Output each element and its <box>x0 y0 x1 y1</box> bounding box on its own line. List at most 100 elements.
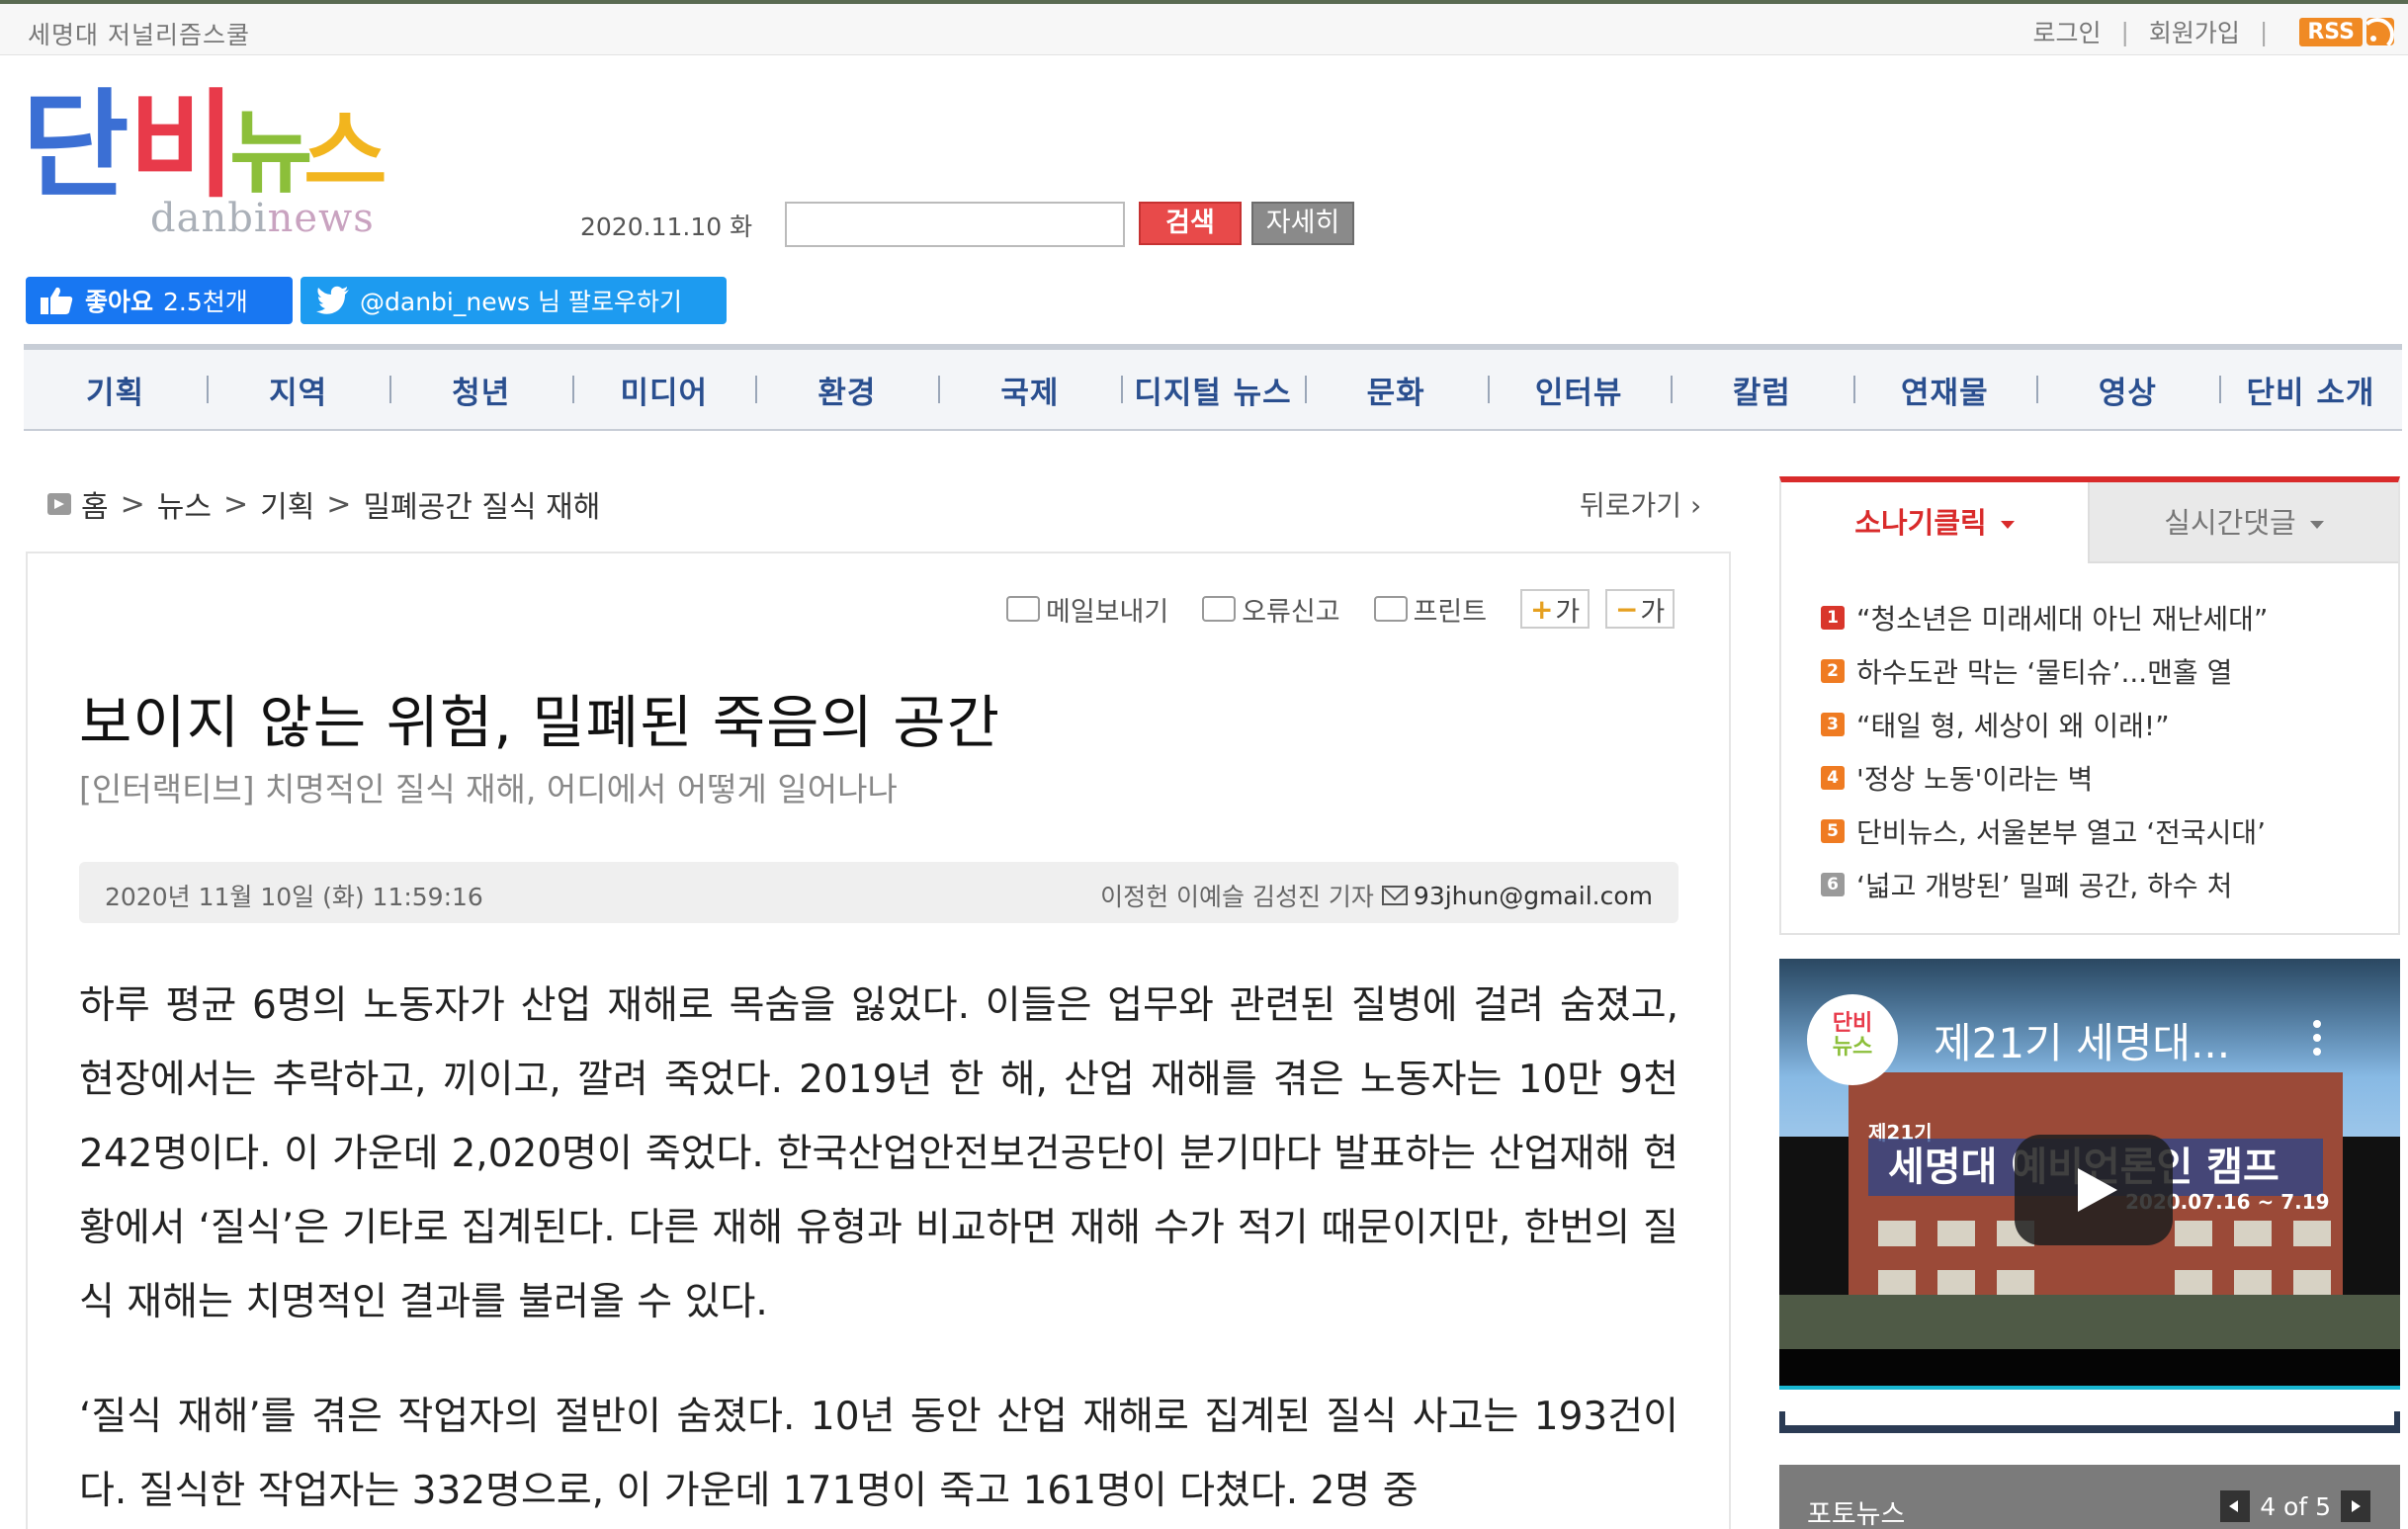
logo-char: 스 <box>303 100 387 206</box>
rank-title: 단비뉴스, 서울본부 열고 ‘전국시대’ <box>1856 816 2267 849</box>
report-error-button[interactable]: 오류신고 <box>1202 590 1340 629</box>
top-bar: 세명대 저널리즘스쿨 로그인 | 회원가입 | RSS <box>0 0 2408 55</box>
ranking-item[interactable]: 5 단비뉴스, 서울본부 열고 ‘전국시대’ <box>1821 805 2268 858</box>
signup-link[interactable]: 회원가입 <box>2149 14 2240 49</box>
article-meta: 2020년 11월 10일 (화) 11:59:16 이정헌 이예슬 김성진 기… <box>79 862 1678 923</box>
channel-logo[interactable]: 단비 뉴스 <box>1807 994 1898 1085</box>
nav-item-media[interactable]: 미디어 <box>572 368 755 412</box>
channel-logo-line2: 뉴스 <box>1832 1035 1873 1060</box>
nav-item-interview[interactable]: 인터뷰 <box>1487 368 1671 412</box>
ranking-item[interactable]: 6 ‘넓고 개방된’ 밀폐 공간, 하수 처 <box>1821 858 2268 911</box>
ranking-item[interactable]: 3 “태일 형, 세상이 왜 이래!” <box>1821 698 2268 751</box>
article-subhead: [인터랙티브] 치명적인 질식 재해, 어디에서 어떻게 일어나나 <box>79 770 898 808</box>
facebook-like-button[interactable]: 좋아요 2.5천개 <box>26 277 293 324</box>
site-logo[interactable]: 단 비 뉴 스 danbinews <box>22 77 387 245</box>
rank-number: 2 <box>1821 659 1845 683</box>
nav-item-international[interactable]: 국제 <box>938 368 1121 412</box>
nav-item-series[interactable]: 연재물 <box>1852 368 2036 412</box>
arrow-right-icon: › <box>1681 489 1702 522</box>
search-button[interactable]: 검색 <box>1139 202 1242 245</box>
photo-news-pager: 4 of 5 <box>2220 1490 2370 1522</box>
minus-icon: − <box>1614 592 1639 626</box>
breadcrumb-separator: > <box>326 486 352 522</box>
rank-title: '정상 노동'이라는 벽 <box>1856 763 2094 796</box>
login-link[interactable]: 로그인 <box>2032 14 2101 49</box>
search-input[interactable] <box>785 202 1125 247</box>
video-title[interactable]: 제21기 세명대... <box>1934 1010 2230 1070</box>
font-glyph: 가 <box>1640 596 1666 628</box>
nav-item-planning[interactable]: 기획 <box>24 368 207 412</box>
article-headline: 보이지 않는 위험, 밀폐된 죽음의 공간 <box>79 689 1001 756</box>
breadcrumb-separator: > <box>222 486 249 522</box>
rank-title: ‘넓고 개방된’ 밀폐 공간, 하수 처 <box>1856 870 2233 902</box>
author-names: 이정헌 이예슬 김성진 기자 <box>1100 883 1374 911</box>
font-decrease-button[interactable]: − 가 <box>1605 589 1676 629</box>
alarm-icon <box>1202 596 1237 622</box>
article-datetime: 2020년 11월 10일 (화) 11:59:16 <box>105 883 483 911</box>
printer-icon <box>1373 596 1408 622</box>
prev-arrow-icon[interactable] <box>2220 1490 2251 1522</box>
nav-item-youth[interactable]: 청년 <box>389 368 572 412</box>
rss-link[interactable]: RSS <box>2299 17 2394 46</box>
report-label: 오류신고 <box>1242 596 1340 628</box>
logo-char: 단 <box>22 77 129 213</box>
rank-number: 5 <box>1821 819 1845 843</box>
home-icon <box>47 493 71 515</box>
twitter-follow-button[interactable]: @danbi_news 님 팔로우하기 <box>301 277 727 324</box>
article-paragraph: 하루 평균 6명의 노동자가 산업 재해로 목숨을 잃었다. 이들은 업무와 관… <box>79 983 1678 1324</box>
video-player[interactable]: 단비 뉴스 제21기 세명대... 제21기 세명대 예비언론인 캠프 2020… <box>1779 959 2400 1390</box>
nav-item-region[interactable]: 지역 <box>207 368 389 412</box>
ranking-item[interactable]: 1 “청소년은 미래세대 아닌 재난세대” <box>1821 591 2268 644</box>
more-vert-icon[interactable] <box>2313 1020 2321 1060</box>
rank-title: “청소년은 미래세대 아닌 재난세대” <box>1856 603 2269 636</box>
breadcrumb-current: 밀폐공간 질식 재해 <box>363 490 601 525</box>
print-label: 프린트 <box>1413 596 1488 628</box>
play-button-icon[interactable] <box>2015 1135 2173 1245</box>
nav-item-environment[interactable]: 환경 <box>755 368 938 412</box>
tab-popular[interactable]: 소나기클릭 <box>1781 482 2088 563</box>
logo-char: 비 <box>129 77 236 213</box>
rank-number: 3 <box>1821 713 1845 736</box>
nav-item-about[interactable]: 단비 소개 <box>2218 368 2402 412</box>
nav-item-culture[interactable]: 문화 <box>1304 368 1488 412</box>
rank-title: 하수도관 막는 ‘물티슈’...맨홀 열 <box>1856 656 2233 689</box>
ranking-list: 1 “청소년은 미래세대 아닌 재난세대” 2 하수도관 막는 ‘물티슈’...맨홀… <box>1821 591 2268 911</box>
tab-live-comments[interactable]: 실시간댓글 <box>2088 482 2398 563</box>
author-email[interactable]: 93jhun@gmail.com <box>1414 882 1653 910</box>
caret-down-icon <box>2309 521 2324 529</box>
separator: | <box>2259 17 2269 46</box>
breadcrumb-news[interactable]: 뉴스 <box>157 482 212 526</box>
next-arrow-icon[interactable] <box>2341 1490 2370 1522</box>
logo-char: 뉴 <box>229 100 313 206</box>
video-thumbnail-ground <box>1779 1295 2400 1350</box>
site-title[interactable]: 세명대 저널리즘스쿨 <box>28 16 250 51</box>
photo-news-label[interactable]: 포토뉴스 <box>1807 1492 1905 1529</box>
tab-comments-label: 실시간댓글 <box>2164 506 2296 540</box>
mail-icon <box>1381 886 1408 905</box>
twitter-bird-icon <box>316 286 349 314</box>
breadcrumb-home[interactable]: 홈 <box>81 482 109 526</box>
print-button[interactable]: 프린트 <box>1373 590 1488 629</box>
ranking-item[interactable]: 4 '정상 노동'이라는 벽 <box>1821 751 2268 805</box>
rank-title: “태일 형, 세상이 왜 이래!” <box>1856 710 2170 742</box>
mail-icon <box>1006 596 1040 622</box>
channel-logo-line1: 단비 <box>1832 1011 1873 1036</box>
article-tools: 메일보내기 오류신고 프린트 + 가 − 가 <box>1006 589 1690 629</box>
nav-item-video[interactable]: 영상 <box>2035 368 2219 412</box>
email-button[interactable]: 메일보내기 <box>1006 590 1168 629</box>
nav-item-digital-news[interactable]: 디지털 뉴스 <box>1121 368 1304 412</box>
article-byline: 이정헌 이예슬 김성진 기자 93jhun@gmail.com <box>1100 878 1653 913</box>
ranking-item[interactable]: 2 하수도관 막는 ‘물티슈’...맨홀 열 <box>1821 644 2268 698</box>
breadcrumb-planning[interactable]: 기획 <box>260 482 314 526</box>
tab-popular-label: 소나기클릭 <box>1854 506 1987 540</box>
font-increase-button[interactable]: + 가 <box>1520 589 1591 629</box>
detail-search-button[interactable]: 자세히 <box>1251 202 1354 245</box>
main-nav: 기획 지역 청년 미디어 환경 국제 디지털 뉴스 문화 인터뷰 칼럼 연재물 … <box>24 344 2402 431</box>
back-link[interactable]: 뒤로가기 › <box>1580 484 1701 524</box>
logo-english: danbinews <box>150 196 375 241</box>
rss-label: RSS <box>2299 17 2363 46</box>
nav-item-column[interactable]: 칼럼 <box>1670 368 1853 412</box>
current-date: 2020.11.10 화 <box>580 212 753 241</box>
top-links: 로그인 | 회원가입 | RSS <box>2032 14 2394 49</box>
twitter-follow-label: @danbi_news 님 팔로우하기 <box>360 288 682 316</box>
